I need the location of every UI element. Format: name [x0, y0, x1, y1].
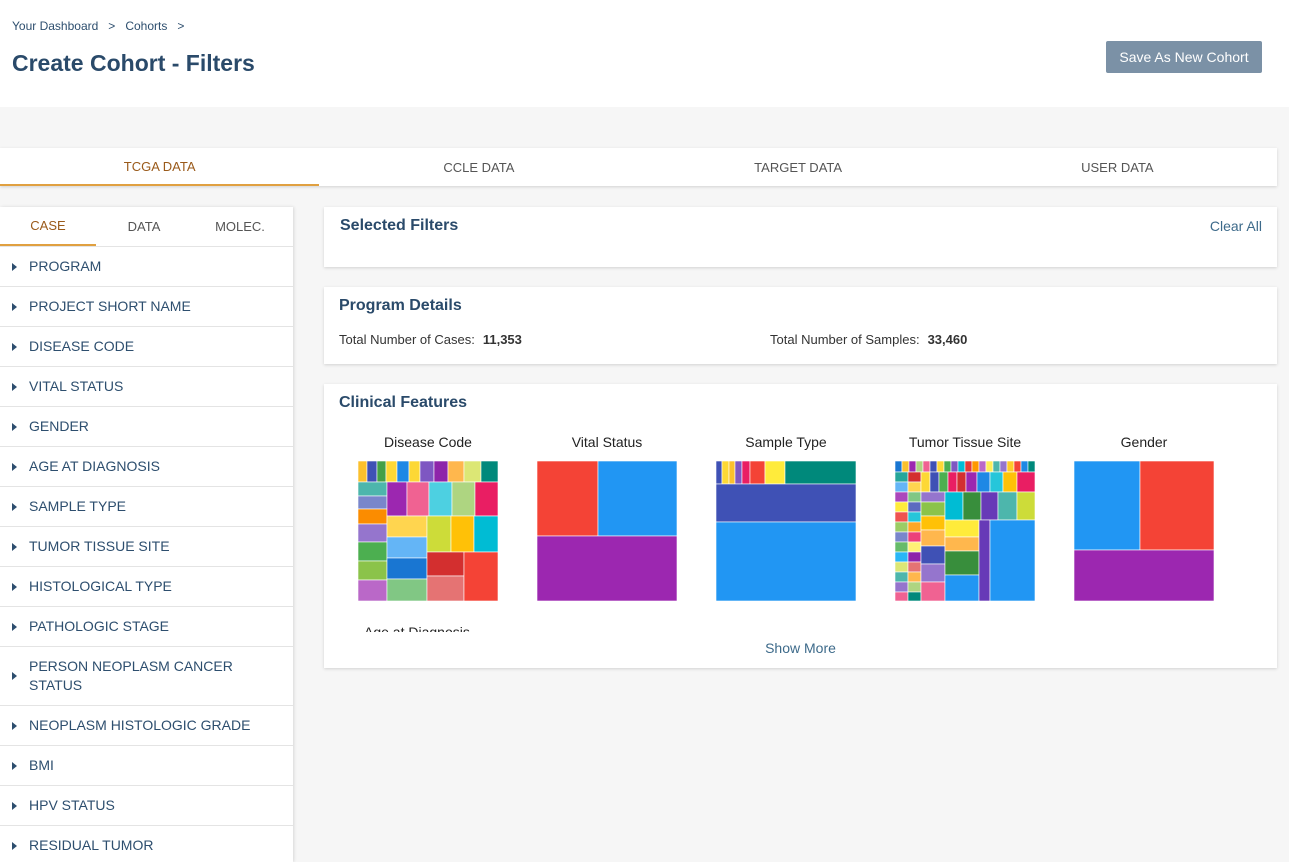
filter-label: VITAL STATUS: [29, 378, 124, 394]
caret-right-icon: [12, 462, 17, 471]
filter-label: PROGRAM: [29, 258, 102, 274]
caret-right-icon: [12, 382, 17, 391]
filter-label: PATHOLOGIC STAGE: [29, 618, 170, 634]
chart-title-age-at-diagnosis: Age at Diagnosis: [364, 624, 470, 632]
page-header: Your Dashboard > Cohorts > Create Cohort…: [0, 0, 1289, 107]
treemap-gender[interactable]: [1074, 461, 1214, 601]
filter-age-at-diagnosis[interactable]: AGE AT DIAGNOSIS: [0, 447, 293, 487]
caret-right-icon: [12, 721, 17, 730]
filter-residual-tumor[interactable]: RESIDUAL TUMOR: [0, 826, 293, 862]
clear-all-link[interactable]: Clear All: [1210, 218, 1262, 234]
filter-sample-type[interactable]: SAMPLE TYPE: [0, 487, 293, 527]
page-title: Create Cohort - Filters: [12, 50, 255, 76]
tab-user-data[interactable]: USER DATA: [958, 148, 1277, 186]
filter-neoplasm-histologic-grade[interactable]: NEOPLASM HISTOLOGIC GRADE: [0, 706, 293, 746]
caret-right-icon: [12, 582, 17, 591]
breadcrumb-separator: >: [177, 19, 185, 33]
total-samples-stat: Total Number of Samples: 33,460: [770, 332, 967, 347]
chart-title-vital-status: Vital Status: [571, 434, 643, 450]
data-source-tabs: TCGA DATA CCLE DATA TARGET DATA USER DAT…: [0, 148, 1277, 186]
total-samples-value: 33,460: [927, 332, 968, 347]
filter-label: DISEASE CODE: [29, 338, 135, 354]
chart-title-tumor-tissue-site: Tumor Tissue Site: [908, 434, 1022, 450]
chart-title-disease-code: Disease Code: [384, 434, 472, 450]
filter-label: HISTOLOGICAL TYPE: [29, 578, 172, 594]
caret-right-icon: [12, 422, 17, 431]
treemap-tumor-tissue-site[interactable]: [895, 461, 1035, 601]
filter-tumor-tissue-site[interactable]: TUMOR TISSUE SITE: [0, 527, 293, 567]
filter-pathologic-stage[interactable]: PATHOLOGIC STAGE: [0, 607, 293, 647]
filter-label: NEOPLASM HISTOLOGIC GRADE: [29, 717, 251, 733]
clinical-features-card: Clinical Features Disease Code Vital Sta…: [324, 384, 1277, 668]
filter-histological-type[interactable]: HISTOLOGICAL TYPE: [0, 567, 293, 607]
save-as-new-cohort-button[interactable]: Save As New Cohort: [1106, 41, 1262, 73]
filter-label: HPV STATUS: [29, 797, 115, 813]
sidebar-tabs: CASE DATA MOLEC.: [0, 207, 293, 247]
total-cases-stat: Total Number of Cases: 11,353: [339, 332, 522, 347]
filter-label: TUMOR TISSUE SITE: [29, 538, 170, 554]
breadcrumb-separator: >: [108, 19, 116, 33]
total-samples-label: Total Number of Samples:: [770, 332, 920, 347]
filter-person-neoplasm-cancer-status[interactable]: PERSON NEOPLASM CANCER STATUS: [0, 647, 293, 706]
filter-program[interactable]: PROGRAM: [0, 247, 293, 287]
tab-ccle-data[interactable]: CCLE DATA: [319, 148, 638, 186]
program-details-title: Program Details: [339, 297, 462, 314]
filter-sidebar: CASE DATA MOLEC. PROGRAM PROJECT SHORT N…: [0, 207, 293, 862]
filter-label: BMI: [29, 757, 54, 773]
filter-project-short-name[interactable]: PROJECT SHORT NAME: [0, 287, 293, 327]
caret-right-icon: [12, 622, 17, 631]
chart-title-sample-type: Sample Type: [745, 434, 827, 450]
tab-case[interactable]: CASE: [0, 207, 96, 246]
filter-label: AGE AT DIAGNOSIS: [29, 458, 160, 474]
tab-target-data[interactable]: TARGET DATA: [639, 148, 958, 186]
caret-right-icon: [12, 302, 17, 311]
program-details-card: Program Details Total Number of Cases: 11…: [324, 287, 1277, 364]
breadcrumb-dashboard-link[interactable]: Your Dashboard: [12, 19, 98, 33]
filter-label: GENDER: [29, 418, 89, 434]
caret-right-icon: [12, 342, 17, 351]
tab-data[interactable]: DATA: [96, 207, 192, 246]
filter-gender[interactable]: GENDER: [0, 407, 293, 447]
treemap-sample-type[interactable]: [716, 461, 856, 601]
filter-label: PROJECT SHORT NAME: [29, 298, 191, 314]
caret-right-icon: [12, 761, 17, 770]
filter-bmi[interactable]: BMI: [0, 746, 293, 786]
chart-title-gender: Gender: [1120, 434, 1168, 450]
caret-right-icon: [12, 502, 17, 511]
filter-label: PERSON NEOPLASM CANCER STATUS: [29, 658, 233, 693]
selected-filters-card: Selected Filters Clear All: [324, 207, 1277, 267]
tab-molec[interactable]: MOLEC.: [192, 207, 288, 246]
caret-right-icon: [12, 262, 17, 271]
filter-hpv-status[interactable]: HPV STATUS: [0, 786, 293, 826]
show-more-link[interactable]: Show More: [324, 640, 1277, 656]
total-cases-value: 11,353: [482, 332, 522, 347]
clinical-features-title: Clinical Features: [339, 394, 468, 411]
filter-label: RESIDUAL TUMOR: [29, 837, 154, 853]
filter-label: SAMPLE TYPE: [29, 498, 127, 514]
breadcrumb: Your Dashboard > Cohorts >: [12, 19, 194, 33]
caret-right-icon: [12, 542, 17, 551]
total-cases-label: Total Number of Cases:: [339, 332, 475, 347]
treemap-disease-code[interactable]: [358, 461, 498, 601]
selected-filters-title: Selected Filters: [340, 217, 459, 234]
filter-disease-code[interactable]: DISEASE CODE: [0, 327, 293, 367]
filter-vital-status[interactable]: VITAL STATUS: [0, 367, 293, 407]
tab-tcga-data[interactable]: TCGA DATA: [0, 148, 320, 186]
caret-right-icon: [12, 801, 17, 810]
breadcrumb-cohorts-link[interactable]: Cohorts: [125, 19, 167, 33]
caret-right-icon: [12, 672, 17, 680]
caret-right-icon: [12, 841, 17, 850]
treemap-vital-status[interactable]: [537, 461, 677, 601]
